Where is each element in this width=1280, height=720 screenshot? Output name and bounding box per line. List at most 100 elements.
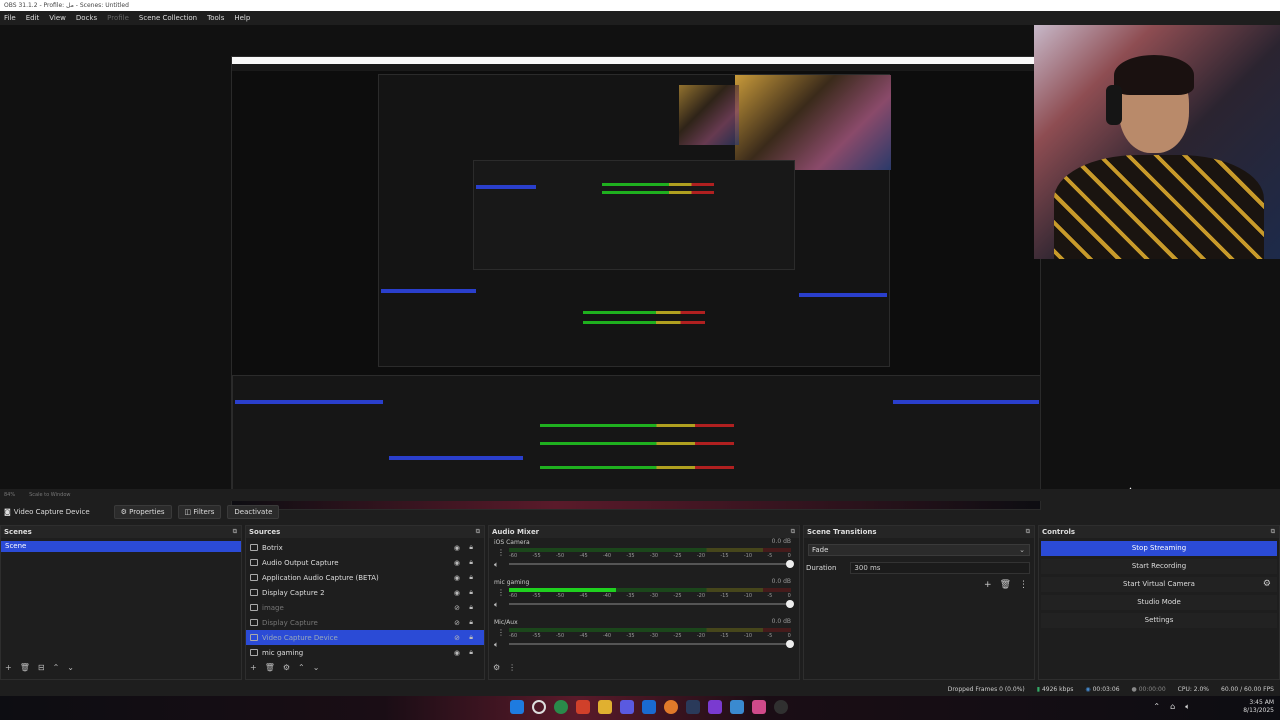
more-icon[interactable]: ⋮ <box>508 663 516 675</box>
duration-input[interactable]: 300 ms <box>850 562 1031 574</box>
source-row[interactable]: Botrix ◉ 🔒︎ <box>246 540 484 555</box>
zoom-level[interactable]: 84% <box>4 489 15 501</box>
discord-icon[interactable] <box>620 700 634 714</box>
eye-icon[interactable]: ◉ <box>454 544 460 552</box>
start-recording-button[interactable]: Start Recording <box>1041 559 1277 574</box>
properties-button[interactable]: ⚙ Properties <box>113 505 172 519</box>
popout-icon[interactable]: ⧉ <box>476 526 480 538</box>
source-row[interactable]: Display Capture ⊘ 🔒︎ <box>246 615 484 630</box>
more-icon[interactable]: ⋮ <box>497 548 505 557</box>
menu-tools[interactable]: Tools <box>207 14 224 22</box>
trash-icon[interactable]: 🗑 <box>1000 580 1011 590</box>
menu-view[interactable]: View <box>49 14 66 22</box>
filters-button[interactable]: ◫ Filters <box>177 505 222 519</box>
add-icon[interactable]: + <box>5 663 12 675</box>
search-icon[interactable] <box>532 700 546 714</box>
lock-icon[interactable]: 🔒︎ <box>469 573 473 582</box>
browser-icon[interactable] <box>554 700 568 714</box>
preview-canvas[interactable] <box>0 25 1280 510</box>
app-icon[interactable] <box>576 700 590 714</box>
trash-icon[interactable]: 🗑 <box>20 663 30 675</box>
source-row[interactable]: image ⊘ 🔒︎ <box>246 600 484 615</box>
system-clock[interactable]: 3:45 AM 8/13/2025 <box>1243 699 1274 715</box>
start-virtual-camera-button[interactable]: Start Virtual Camera ⚙ <box>1041 577 1277 592</box>
studio-mode-button[interactable]: Studio Mode <box>1041 595 1277 610</box>
menu-scene-collection[interactable]: Scene Collection <box>139 14 197 22</box>
up-arrow-icon[interactable]: ⌃ <box>53 663 60 675</box>
filter-icon[interactable]: ⊟ <box>38 663 45 675</box>
popout-icon[interactable]: ⧉ <box>1026 526 1030 538</box>
volume-slider[interactable] <box>509 640 794 648</box>
speaker-icon[interactable]: 🔈︎ <box>494 560 499 570</box>
up-arrow-icon[interactable]: ⌃ <box>298 663 305 675</box>
slider-knob[interactable] <box>786 640 794 648</box>
eye-icon[interactable]: ◉ <box>454 589 460 597</box>
lock-icon[interactable]: 🔒︎ <box>469 588 473 597</box>
settings-button[interactable]: Settings <box>1041 613 1277 628</box>
mixer-header: Audio Mixer ⧉ <box>489 526 799 538</box>
more-icon[interactable]: ⋮ <box>497 588 505 597</box>
source-name: Display Capture <box>262 618 318 627</box>
source-row[interactable]: Application Audio Capture (BETA) ◉ 🔒︎ <box>246 570 484 585</box>
down-arrow-icon[interactable]: ⌄ <box>313 663 320 675</box>
folder-icon[interactable] <box>598 700 612 714</box>
eye-icon[interactable]: ◉ <box>454 559 460 567</box>
chevron-up-icon[interactable]: ⌃ <box>1153 702 1160 712</box>
eye-hidden-icon[interactable]: ⊘ <box>454 634 460 642</box>
source-row[interactable]: mic gaming ◉ 🔒︎ <box>246 645 484 660</box>
lock-icon[interactable]: 🔒︎ <box>469 603 473 612</box>
source-row-selected[interactable]: Video Capture Device ⊘ 🔒︎ <box>246 630 484 645</box>
gear-icon[interactable]: ⚙ <box>493 663 500 675</box>
volume-slider[interactable] <box>509 600 794 608</box>
deactivate-button[interactable]: Deactivate <box>227 505 280 519</box>
gear-icon[interactable]: ⚙ <box>1263 577 1271 592</box>
obs-icon[interactable] <box>774 700 788 714</box>
eye-icon[interactable]: ◉ <box>454 574 460 582</box>
gear-icon[interactable]: ⚙ <box>283 663 290 675</box>
stop-streaming-button[interactable]: Stop Streaming <box>1041 541 1277 556</box>
app-icon[interactable] <box>752 700 766 714</box>
volume-icon[interactable]: 🔈︎ <box>1185 702 1190 712</box>
steam-icon[interactable] <box>686 700 700 714</box>
scale-mode[interactable]: Scale to Window <box>29 489 70 501</box>
slider-knob[interactable] <box>786 560 794 568</box>
add-icon[interactable]: + <box>984 580 992 590</box>
more-icon[interactable]: ⋮ <box>1019 580 1028 590</box>
popout-icon[interactable]: ⧉ <box>233 526 237 538</box>
chrome-icon[interactable] <box>664 700 678 714</box>
menu-docks[interactable]: Docks <box>76 14 97 22</box>
menu-file[interactable]: File <box>4 14 16 22</box>
eye-icon[interactable]: ◉ <box>454 649 460 657</box>
source-row[interactable]: Audio Output Capture ◉ 🔒︎ <box>246 555 484 570</box>
scene-item[interactable]: Scene <box>1 541 241 552</box>
lock-icon[interactable]: 🔒︎ <box>469 618 473 627</box>
more-icon[interactable]: ⋮ <box>497 628 505 637</box>
meter-tick-label: -45 <box>579 553 588 559</box>
menu-edit[interactable]: Edit <box>26 14 40 22</box>
popout-icon[interactable]: ⧉ <box>791 526 795 538</box>
lock-icon[interactable]: 🔒︎ <box>469 543 473 552</box>
source-row[interactable]: Display Capture 2 ◉ 🔒︎ <box>246 585 484 600</box>
app-icon[interactable] <box>708 700 722 714</box>
speaker-icon[interactable]: 🔈︎ <box>494 600 499 610</box>
transition-select[interactable]: Fade ⌄ <box>808 544 1030 556</box>
eye-hidden-icon[interactable]: ⊘ <box>454 604 460 612</box>
start-icon[interactable] <box>510 700 524 714</box>
popout-icon[interactable]: ⧉ <box>1271 526 1275 538</box>
menu-profile[interactable]: Profile <box>107 14 129 22</box>
network-icon[interactable]: ⌂ <box>1170 702 1175 712</box>
slider-knob[interactable] <box>786 600 794 608</box>
lock-icon[interactable]: 🔒︎ <box>469 558 473 567</box>
speaker-icon[interactable]: 🔈︎ <box>494 640 499 650</box>
trash-icon[interactable]: 🗑 <box>265 663 275 675</box>
meter-tick-label: -30 <box>649 633 659 639</box>
lock-icon[interactable]: 🔒︎ <box>469 648 473 657</box>
down-arrow-icon[interactable]: ⌄ <box>67 663 74 675</box>
volume-slider[interactable] <box>509 560 794 568</box>
edge-icon[interactable] <box>642 700 656 714</box>
lock-icon[interactable]: 🔒︎ <box>469 633 473 642</box>
menu-help[interactable]: Help <box>234 14 250 22</box>
app-icon[interactable] <box>730 700 744 714</box>
eye-hidden-icon[interactable]: ⊘ <box>454 619 460 627</box>
add-icon[interactable]: + <box>250 663 257 675</box>
